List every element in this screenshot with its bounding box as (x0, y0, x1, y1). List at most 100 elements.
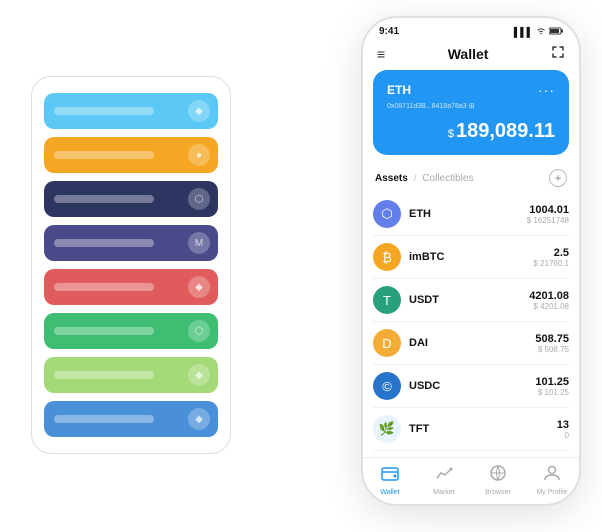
card-icon-2: ⬡ (188, 188, 210, 210)
asset-amount-usd-tft: 0 (557, 431, 569, 440)
bottom-nav: Wallet Market Browser My Profile (363, 457, 579, 504)
scene: ◆ ● ⬡ M ◆ ⬡ ◆ ◆ 9:41 ▌▌▌ (21, 16, 581, 516)
card-icon-5: ⬡ (188, 320, 210, 342)
asset-row-tft[interactable]: 🌿 TFT130 (373, 408, 569, 451)
asset-icon-eth: ⬡ (373, 200, 401, 228)
asset-amount-primary-usdt: 4201.08 (529, 290, 569, 302)
card-text-bar-2 (54, 195, 154, 203)
status-time: 9:41 (379, 26, 399, 37)
nav-label-wallet: Wallet (380, 489, 399, 496)
wallet-address: 0x08711d3B...8418a78a3 ⊞ (387, 102, 555, 110)
asset-name-dai: DAI (409, 337, 535, 349)
asset-amounts-dai: 508.75$ 508.75 (535, 333, 569, 354)
asset-row-imbtc[interactable]: ₿ imBTC2.5$ 21760.1 (373, 236, 569, 279)
assets-tabs: Assets / Collectibles (375, 173, 473, 184)
assets-header: Assets / Collectibles + (363, 165, 579, 193)
card-text-bar-6 (54, 371, 154, 379)
card-text-bar-5 (54, 327, 154, 335)
phone-header: ≡ Wallet (363, 41, 579, 70)
wifi-icon (536, 27, 546, 37)
asset-name-eth: ETH (409, 208, 527, 220)
battery-icon (549, 27, 563, 37)
card-item-4[interactable]: ◆ (44, 269, 218, 305)
add-asset-button[interactable]: + (549, 169, 567, 187)
card-icon-1: ● (188, 144, 210, 166)
wallet-currency-label: ETH (387, 83, 411, 97)
menu-icon[interactable]: ≡ (377, 46, 385, 62)
tab-assets[interactable]: Assets (375, 173, 408, 184)
asset-amount-usd-usdt: $ 4201.08 (529, 302, 569, 311)
asset-row-eth[interactable]: ⬡ ETH1004.01$ 16251748 (373, 193, 569, 236)
asset-icon-usdt: T (373, 286, 401, 314)
signal-icon: ▌▌▌ (514, 27, 533, 37)
asset-icon-dai: D (373, 329, 401, 357)
card-stack: ◆ ● ⬡ M ◆ ⬡ ◆ ◆ (31, 76, 231, 454)
asset-list: ⬡ ETH1004.01$ 16251748 ₿ imBTC2.5$ 21760.1 T… (363, 193, 579, 457)
nav-label-market: Market (433, 489, 454, 496)
card-text-bar-1 (54, 151, 154, 159)
card-text-bar-4 (54, 283, 154, 291)
nav-icon-browser (489, 464, 507, 487)
expand-icon[interactable] (551, 45, 565, 62)
asset-row-usdc[interactable]: © USDC101.25$ 101.25 (373, 365, 569, 408)
card-item-6[interactable]: ◆ (44, 357, 218, 393)
wallet-card-header: ETH ··· (387, 82, 555, 98)
asset-amount-usd-dai: $ 508.75 (535, 345, 569, 354)
card-icon-7: ◆ (188, 408, 210, 430)
nav-icon-market (435, 464, 453, 487)
asset-amount-primary-usdc: 101.25 (535, 376, 569, 388)
asset-name-usdt: USDT (409, 294, 529, 306)
card-icon-0: ◆ (188, 100, 210, 122)
phone-mockup: 9:41 ▌▌▌ (361, 16, 581, 506)
nav-label-my-profile: My Profile (536, 489, 567, 496)
tab-collectibles[interactable]: Collectibles (422, 173, 473, 184)
asset-amounts-tft: 130 (557, 419, 569, 440)
card-icon-6: ◆ (188, 364, 210, 386)
card-text-bar-3 (54, 239, 154, 247)
card-item-0[interactable]: ◆ (44, 93, 218, 129)
asset-amounts-imbtc: 2.5$ 21760.1 (533, 247, 569, 268)
currency-symbol: $ (448, 128, 454, 140)
asset-row-usdt[interactable]: T USDT4201.08$ 4201.08 (373, 279, 569, 322)
card-icon-4: ◆ (188, 276, 210, 298)
asset-amount-primary-dai: 508.75 (535, 333, 569, 345)
asset-icon-tft: 🌿 (373, 415, 401, 443)
nav-item-my-profile[interactable]: My Profile (525, 464, 579, 496)
asset-amount-usd-usdc: $ 101.25 (535, 388, 569, 397)
balance-amount: 189,089.11 (456, 120, 555, 142)
card-item-1[interactable]: ● (44, 137, 218, 173)
asset-icon-usdc: © (373, 372, 401, 400)
nav-icon-my-profile (543, 464, 561, 487)
wallet-menu-dots[interactable]: ··· (538, 82, 555, 98)
page-title: Wallet (448, 46, 489, 62)
asset-icon-imbtc: ₿ (373, 243, 401, 271)
nav-item-wallet[interactable]: Wallet (363, 464, 417, 496)
asset-name-tft: TFT (409, 423, 557, 435)
wallet-balance: $189,089.11 (387, 120, 555, 143)
asset-amounts-usdc: 101.25$ 101.25 (535, 376, 569, 397)
asset-name-imbtc: imBTC (409, 251, 533, 263)
card-text-bar-0 (54, 107, 154, 115)
card-item-2[interactable]: ⬡ (44, 181, 218, 217)
asset-amount-usd-eth: $ 16251748 (527, 216, 569, 225)
asset-amounts-eth: 1004.01$ 16251748 (527, 204, 569, 225)
asset-amount-primary-tft: 13 (557, 419, 569, 431)
asset-amount-primary-eth: 1004.01 (527, 204, 569, 216)
asset-amount-usd-imbtc: $ 21760.1 (533, 259, 569, 268)
card-icon-3: M (188, 232, 210, 254)
card-item-3[interactable]: M (44, 225, 218, 261)
nav-item-browser[interactable]: Browser (471, 464, 525, 496)
nav-icon-wallet (381, 464, 399, 487)
card-text-bar-7 (54, 415, 154, 423)
nav-label-browser: Browser (485, 489, 511, 496)
asset-amounts-usdt: 4201.08$ 4201.08 (529, 290, 569, 311)
nav-item-market[interactable]: Market (417, 464, 471, 496)
asset-row-dai[interactable]: D DAI508.75$ 508.75 (373, 322, 569, 365)
card-item-5[interactable]: ⬡ (44, 313, 218, 349)
card-item-7[interactable]: ◆ (44, 401, 218, 437)
asset-amount-primary-imbtc: 2.5 (533, 247, 569, 259)
status-icons: ▌▌▌ (514, 27, 563, 37)
status-bar: 9:41 ▌▌▌ (363, 18, 579, 41)
asset-name-usdc: USDC (409, 380, 535, 392)
wallet-card[interactable]: ETH ··· 0x08711d3B...8418a78a3 ⊞ $189,08… (373, 70, 569, 155)
